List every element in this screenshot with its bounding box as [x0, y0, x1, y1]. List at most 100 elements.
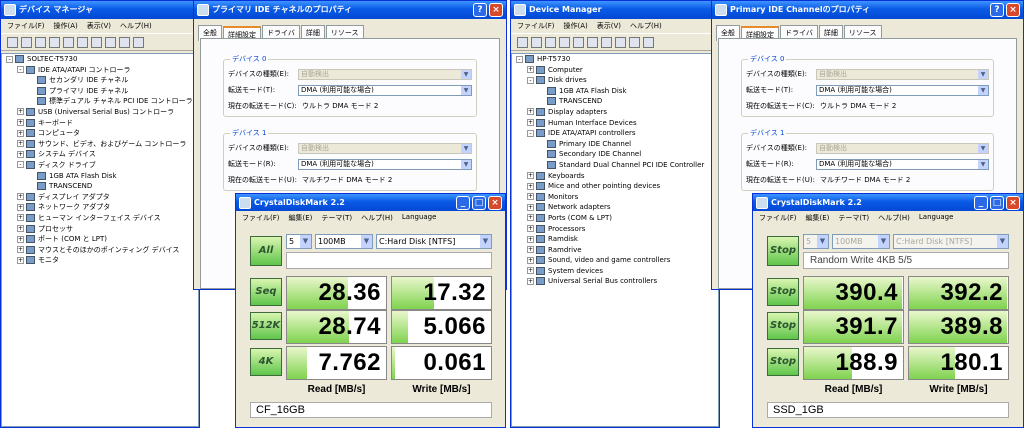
expand-icon[interactable]: + — [527, 193, 534, 201]
transfer-mode-select[interactable]: DMA (利用可能な場合) ▼ — [816, 158, 989, 170]
transfer-mode-select[interactable]: DMA (利用可能な場合) ▼ — [298, 158, 472, 170]
menu-help[interactable]: ヘルプ(H) — [630, 21, 662, 31]
expand-icon[interactable]: + — [17, 256, 24, 264]
close-button[interactable]: × — [489, 3, 503, 17]
tree-item[interactable]: + ポート (COM と LPT) — [2, 234, 198, 245]
expand-icon[interactable]: + — [527, 214, 534, 222]
expand-icon[interactable]: + — [17, 203, 24, 211]
title-bar[interactable]: Device Manager — [511, 1, 719, 19]
menu-help[interactable]: ヘルプ(H) — [120, 21, 152, 31]
tree-item[interactable]: + システム デバイス — [2, 149, 198, 160]
tree-item[interactable]: Primary IDE Channel — [512, 139, 718, 150]
disable-icon[interactable] — [629, 37, 640, 48]
tree-item[interactable]: + USB (Universal Serial Bus) コントローラ — [2, 107, 198, 118]
tree-item[interactable]: TRANSCEND — [512, 96, 718, 107]
menu-view[interactable]: 表示(V) — [597, 21, 621, 31]
expand-icon[interactable]: + — [17, 214, 24, 222]
expand-icon[interactable]: + — [17, 193, 24, 201]
back-icon[interactable] — [7, 37, 18, 48]
tree-item[interactable]: + Human Interface Devices — [512, 118, 718, 129]
scan-icon[interactable] — [91, 37, 102, 48]
minimize-button[interactable]: _ — [456, 196, 470, 210]
properties-icon[interactable] — [49, 37, 60, 48]
tree-item[interactable]: + キーボード — [2, 118, 198, 129]
tree-item[interactable]: + Monitors — [512, 192, 718, 203]
test-4k-button[interactable]: 4K — [250, 348, 282, 376]
comment-field[interactable]: CF_16GB — [250, 402, 492, 418]
tree-item[interactable]: + ディスプレイ アダプタ — [2, 192, 198, 203]
tree-item[interactable]: + Ramdrive — [512, 245, 718, 256]
forward-icon[interactable] — [21, 37, 32, 48]
print-icon[interactable] — [573, 37, 584, 48]
title-bar[interactable]: プライマリ IDE チャネルのプロパティ ? × — [194, 1, 506, 19]
help-button[interactable]: ? — [990, 3, 1004, 17]
tree-item[interactable]: + サウンド、ビデオ、およびゲーム コントローラ — [2, 139, 198, 150]
menu-file[interactable]: ファイル(F) — [517, 21, 555, 31]
expand-icon[interactable]: + — [527, 108, 534, 116]
scan-icon[interactable] — [601, 37, 612, 48]
maximize-button[interactable]: □ — [472, 196, 486, 210]
tree-item[interactable]: + Keyboards — [512, 171, 718, 182]
expand-icon[interactable]: + — [17, 129, 24, 137]
properties-icon[interactable] — [559, 37, 570, 48]
tree-item[interactable]: + Sound, video and game controllers — [512, 255, 718, 266]
help-button[interactable]: ? — [473, 3, 487, 17]
expand-icon[interactable]: + — [527, 235, 534, 243]
tree-item[interactable]: 1GB ATA Flash Disk — [512, 86, 718, 97]
drive-select[interactable]: C:Hard Disk [NTFS] ▼ — [376, 234, 492, 249]
tree-item[interactable]: + Processors — [512, 224, 718, 235]
collapse-icon[interactable]: - — [527, 129, 534, 137]
menu-item[interactable]: ヘルプ(H) — [361, 213, 393, 222]
view-icon[interactable] — [35, 37, 46, 48]
tree-item[interactable]: - HP-T5730 — [512, 54, 718, 65]
tree-item[interactable]: + Network adapters — [512, 202, 718, 213]
title-bar[interactable]: CrystalDiskMark 2.2 _ □ × — [236, 194, 505, 211]
tree-item[interactable]: - IDE ATA/ATAPI controllers — [512, 128, 718, 139]
stop-button[interactable]: Stop — [767, 278, 799, 306]
expand-icon[interactable]: + — [17, 225, 24, 232]
menu-file[interactable]: ファイル(F) — [7, 21, 45, 31]
expand-icon[interactable]: + — [527, 182, 534, 190]
tree-item[interactable]: + Computer — [512, 65, 718, 76]
tree-item[interactable]: + プロセッサ — [2, 224, 198, 235]
tree-item[interactable]: + ヒューマン インターフェイス デバイス — [2, 213, 198, 224]
tree-item[interactable]: + Universal Serial Bus controllers — [512, 276, 718, 287]
tree-item[interactable]: + コンピュータ — [2, 128, 198, 139]
collapse-icon[interactable]: - — [17, 66, 24, 74]
disable-icon[interactable] — [119, 37, 130, 48]
menu-action[interactable]: 操作(A) — [564, 21, 588, 31]
test-size-select[interactable]: 100MB ▼ — [315, 234, 373, 249]
tree-item[interactable]: 標準デュアル チャネル PCI IDE コントローラ — [2, 96, 198, 107]
test-count-select[interactable]: 5 ▼ — [803, 234, 829, 249]
stop-button[interactable]: Stop — [767, 348, 799, 376]
tree-item[interactable]: + Mice and other pointing devices — [512, 181, 718, 192]
update-icon[interactable] — [105, 37, 116, 48]
maximize-button[interactable]: □ — [990, 196, 1004, 210]
uninstall-icon[interactable] — [643, 37, 654, 48]
expand-icon[interactable]: + — [527, 203, 534, 211]
tree-item[interactable]: - IDE ATA/ATAPI コントローラ — [2, 65, 198, 76]
tree-item[interactable]: + ネットワーク アダプタ — [2, 202, 198, 213]
drive-select[interactable]: C:Hard Disk [NTFS] ▼ — [893, 234, 1009, 249]
menu-item[interactable]: Language — [919, 213, 954, 222]
test-size-select[interactable]: 100MB ▼ — [832, 234, 890, 249]
test-count-select[interactable]: 5 ▼ — [286, 234, 312, 249]
collapse-icon[interactable]: - — [6, 55, 13, 63]
expand-icon[interactable]: + — [17, 108, 24, 116]
close-button[interactable]: × — [488, 196, 502, 210]
expand-icon[interactable]: + — [527, 256, 534, 264]
update-icon[interactable] — [615, 37, 626, 48]
expand-icon[interactable]: + — [527, 172, 534, 180]
tree-item[interactable]: + Ramdisk — [512, 234, 718, 245]
menu-item[interactable]: ヘルプ(H) — [878, 213, 910, 222]
tree-item[interactable]: Secondary IDE Channel — [512, 149, 718, 160]
collapse-icon[interactable]: - — [516, 55, 523, 63]
expand-icon[interactable]: + — [527, 66, 534, 74]
help-icon[interactable] — [587, 37, 598, 48]
expand-icon[interactable]: + — [17, 235, 24, 243]
stop-button[interactable]: Stop — [767, 312, 799, 340]
expand-icon[interactable]: + — [527, 225, 534, 232]
tree-item[interactable]: + モニタ — [2, 255, 198, 266]
test-512k-button[interactable]: 512K — [250, 312, 282, 340]
back-icon[interactable] — [517, 37, 528, 48]
